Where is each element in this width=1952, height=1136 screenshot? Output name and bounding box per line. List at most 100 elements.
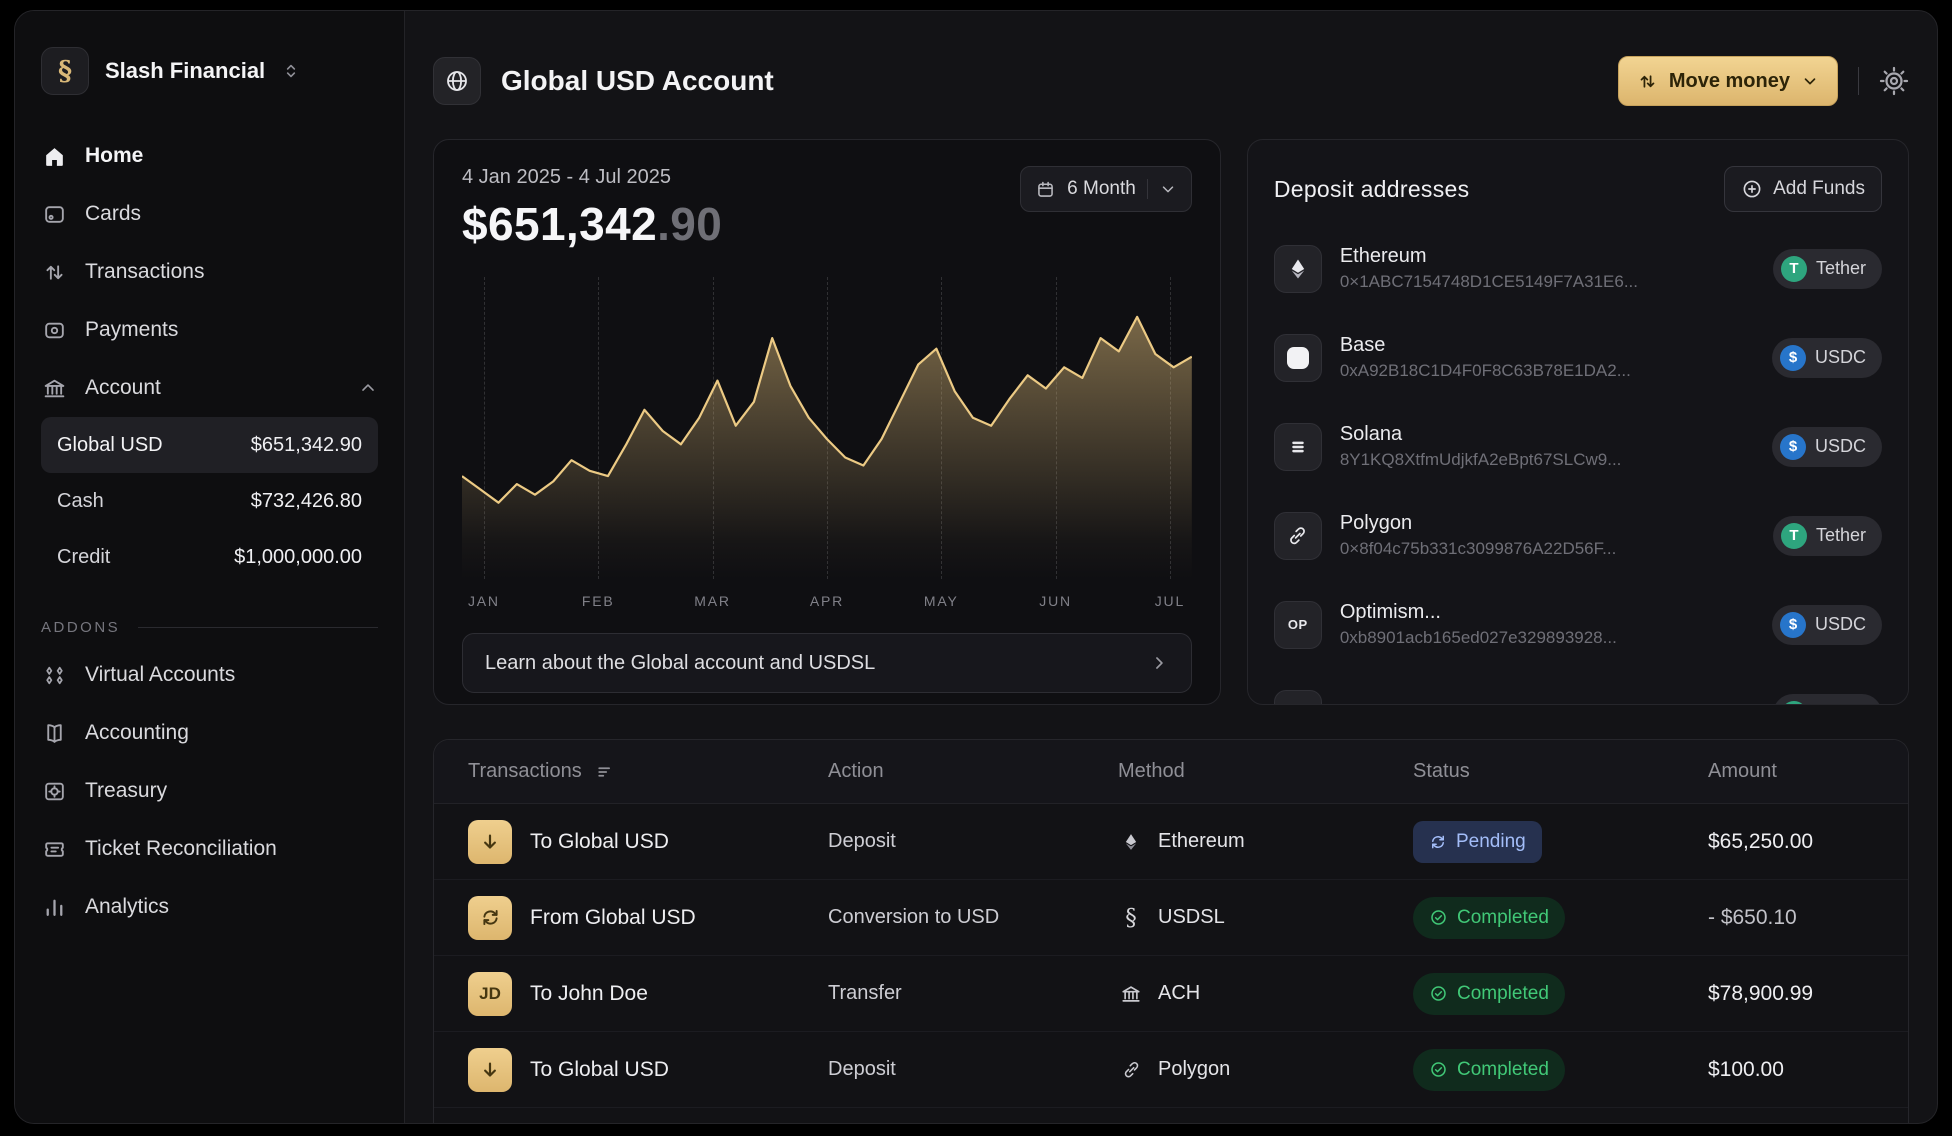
- token-badge[interactable]: T Tether: [1773, 249, 1882, 289]
- workspace-switcher[interactable]: § Slash Financial: [41, 47, 378, 95]
- ticket-icon: [41, 836, 68, 863]
- learn-banner-text: Learn about the Global account and USDSL: [485, 652, 875, 675]
- sidebar-item-label: Treasury: [85, 779, 167, 803]
- network-name: Solana: [1340, 423, 1622, 446]
- deposit-addresses-card: Deposit addresses Add Funds: [1247, 139, 1909, 705]
- table-row[interactable]: From Global USD Conversion to USD § USDS…: [434, 880, 1908, 956]
- accounting-icon: [41, 720, 68, 747]
- brand-logo: §: [41, 47, 89, 95]
- deposit-row-polygon[interactable]: Polygon 0×8f04c75b331c3099876A22D56F... …: [1274, 491, 1882, 580]
- token-badge[interactable]: T Tether: [1773, 694, 1882, 706]
- tether-icon: T: [1781, 701, 1807, 706]
- move-money-button[interactable]: Move money: [1618, 56, 1838, 106]
- token-badge[interactable]: $ USDC: [1772, 338, 1882, 378]
- usdc-icon: $: [1780, 345, 1806, 371]
- sidebar-item-transactions[interactable]: Transactions: [41, 243, 378, 301]
- period-select[interactable]: 6 Month: [1020, 166, 1192, 212]
- transaction-amount: - $650.10: [1708, 906, 1908, 930]
- sidebar-item-home[interactable]: Home: [41, 127, 378, 185]
- sidebar-subitem-credit[interactable]: Credit $1,000,000.00: [41, 529, 378, 585]
- deposit-row-optimism[interactable]: OP Optimism... 0xb8901acb165ed027e329893…: [1274, 580, 1882, 669]
- header-actions: Move money: [1618, 56, 1909, 106]
- deposit-row-ethereum[interactable]: Ethereum 0×1ABC7154748D1CE5149F7A31E6...…: [1274, 224, 1882, 313]
- sidebar-item-analytics[interactable]: Analytics: [41, 878, 378, 936]
- token-badge[interactable]: $ USDC: [1772, 427, 1882, 467]
- sidebar-item-cards[interactable]: Cards: [41, 185, 378, 243]
- sidebar-item-account[interactable]: Account: [41, 359, 378, 417]
- table-header-amount[interactable]: Amount: [1708, 760, 1908, 783]
- settings-gear-icon[interactable]: [1879, 66, 1909, 96]
- sidebar-item-label: Payments: [85, 318, 178, 342]
- sidebar-subitem-global-usd[interactable]: Global USD $651,342.90: [41, 417, 378, 473]
- sort-icon[interactable]: [595, 762, 615, 782]
- sidebar-item-ticket-reconciliation[interactable]: Ticket Reconciliation: [41, 820, 378, 878]
- table-header-status[interactable]: Status: [1413, 760, 1708, 783]
- ethereum-icon: [1274, 245, 1322, 293]
- token-label: USDC: [1815, 347, 1866, 368]
- addons-label: ADDONS: [41, 619, 120, 636]
- token-label: USDC: [1815, 436, 1866, 457]
- deposit-title: Deposit addresses: [1274, 176, 1470, 203]
- sidebar-nav: Home Cards Transactions Payments: [41, 127, 378, 936]
- network-address: 8Y1KQ8XtfmUdjkfA2eBpt67SLCw9...: [1340, 450, 1622, 470]
- learn-banner[interactable]: Learn about the Global account and USDSL: [462, 633, 1192, 693]
- analytics-icon: [41, 894, 68, 921]
- check-circle-icon: [1429, 908, 1448, 927]
- deposit-row-arbitrum[interactable]: Arbitrum... T Tether: [1274, 669, 1882, 705]
- account-amount: $1,000,000.00: [234, 546, 362, 569]
- calendar-icon: [1035, 179, 1056, 200]
- status-badge-completed[interactable]: Completed: [1413, 1049, 1565, 1091]
- network-info: Solana 8Y1KQ8XtfmUdjkfA2eBpt67SLCw9...: [1340, 423, 1622, 470]
- table-row[interactable]: JD To John Doe Transfer ACH Completed: [434, 956, 1908, 1032]
- period-select-divider: [1147, 179, 1148, 199]
- table-header-action[interactable]: Action: [828, 760, 1118, 783]
- usdsl-icon: §: [1118, 905, 1144, 931]
- deposit-row-solana[interactable]: Solana 8Y1KQ8XtfmUdjkfA2eBpt67SLCw9... $…: [1274, 402, 1882, 491]
- network-name: Polygon: [1340, 512, 1616, 535]
- balance-cents: .90: [657, 198, 722, 250]
- network-name: Optimism...: [1340, 601, 1617, 624]
- conversion-refresh-icon: [468, 896, 512, 940]
- treasury-icon: [41, 778, 68, 805]
- balance-chart: JANFEBMARAPRMAYJUNJUL: [462, 277, 1192, 609]
- sidebar-item-label: Home: [85, 144, 143, 168]
- check-circle-icon: [1429, 1060, 1448, 1079]
- token-badge[interactable]: T Tether: [1773, 516, 1882, 556]
- network-address: 0xb8901acb165ed027e329893928...: [1340, 628, 1617, 648]
- move-money-icon: [1637, 71, 1658, 92]
- sidebar-subitem-cash[interactable]: Cash $732,426.80: [41, 473, 378, 529]
- chevron-up-icon[interactable]: [358, 378, 378, 398]
- base-icon: [1274, 334, 1322, 382]
- sidebar-item-payments[interactable]: Payments: [41, 301, 378, 359]
- payments-icon: [41, 317, 68, 344]
- addons-divider: [138, 627, 378, 628]
- network-name: Ethereum: [1340, 245, 1638, 268]
- table-row[interactable]: To Global USD Deposit Ethereum Pending $…: [434, 804, 1908, 880]
- sidebar-item-label: Cards: [85, 202, 141, 226]
- deposit-row-base[interactable]: Base 0xA92B18C1D4F0F8C63B78E1DA2... $ US…: [1274, 313, 1882, 402]
- table-header-method[interactable]: Method: [1118, 760, 1413, 783]
- chart-x-label: JUL: [1155, 593, 1185, 609]
- sidebar-item-treasury[interactable]: Treasury: [41, 762, 378, 820]
- sidebar-item-label: Virtual Accounts: [85, 663, 235, 687]
- status-badge-completed[interactable]: Completed: [1413, 973, 1565, 1015]
- sidebar-item-label: Analytics: [85, 895, 169, 919]
- token-label: Tether: [1816, 703, 1866, 705]
- table-row[interactable]: To Global USD Deposit Polygon Completed …: [434, 1032, 1908, 1108]
- account-label: Global USD: [57, 434, 163, 457]
- sidebar-item-accounting[interactable]: Accounting: [41, 704, 378, 762]
- sidebar-item-virtual-accounts[interactable]: Virtual Accounts: [41, 646, 378, 704]
- status-badge-completed[interactable]: Completed: [1413, 897, 1565, 939]
- arbitrum-icon: [1274, 690, 1322, 706]
- account-label: Cash: [57, 490, 104, 513]
- chart-x-label: MAR: [694, 593, 731, 609]
- avatar-initials: JD: [468, 972, 512, 1016]
- table-header-transactions[interactable]: Transactions: [468, 760, 828, 783]
- status-badge-pending[interactable]: Pending: [1413, 821, 1542, 863]
- deposit-header: Deposit addresses Add Funds: [1274, 166, 1882, 212]
- token-badge[interactable]: $ USDC: [1772, 605, 1882, 645]
- addons-header: ADDONS: [41, 619, 378, 636]
- add-funds-button[interactable]: Add Funds: [1724, 166, 1882, 212]
- method-label: Polygon: [1158, 1058, 1230, 1081]
- ethereum-icon: [1118, 829, 1144, 855]
